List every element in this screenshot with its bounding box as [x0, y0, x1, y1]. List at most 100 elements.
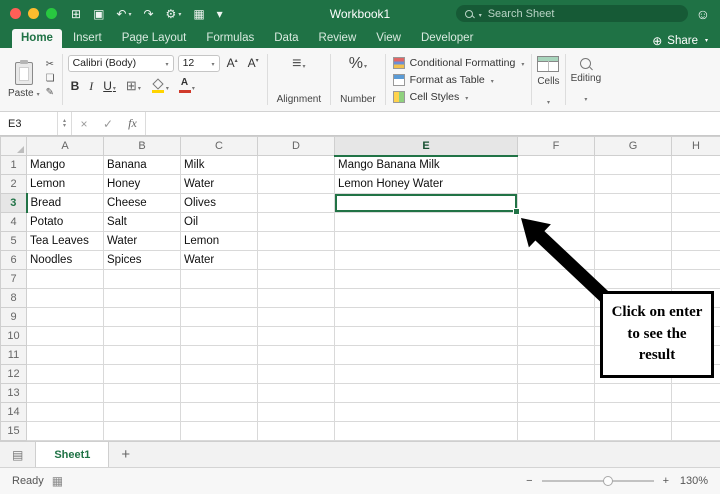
font-size-select[interactable]: 12 — [177, 54, 220, 72]
zoom-level[interactable]: 130% — [678, 475, 708, 487]
name-box-stepper[interactable]: ▴ ▾ — [58, 112, 72, 135]
cell-A8[interactable] — [26, 288, 104, 308]
cell-H15[interactable] — [671, 421, 720, 441]
cell-A2[interactable]: Lemon — [26, 174, 104, 194]
font-name-select[interactable]: Calibri (Body) — [67, 54, 174, 72]
cell-C7[interactable] — [180, 269, 258, 289]
cell-A11[interactable] — [26, 345, 104, 365]
cell-C4[interactable]: Oil — [180, 212, 258, 232]
row-header-6[interactable]: 6 — [0, 250, 27, 270]
column-header-C[interactable]: C — [180, 136, 258, 156]
app-grid-icon[interactable]: ⊞ — [71, 8, 81, 20]
cancel-entry-button[interactable]: × — [72, 112, 96, 135]
fill-color-button[interactable] — [148, 77, 172, 95]
cell-E15[interactable] — [334, 421, 518, 441]
cell-G14[interactable] — [594, 402, 672, 422]
cell-B13[interactable] — [103, 383, 181, 403]
find-icon[interactable] — [580, 58, 592, 69]
cell-B9[interactable] — [103, 307, 181, 327]
cut-icon[interactable]: ✂ — [46, 58, 55, 72]
row-header-1[interactable]: 1 — [0, 155, 27, 175]
cell-B8[interactable] — [103, 288, 181, 308]
borders-button[interactable]: ⊞ — [123, 77, 144, 95]
copy-icon[interactable]: ❏ — [46, 72, 55, 86]
undo-icon[interactable]: ↶ — [116, 8, 131, 20]
tab-data[interactable]: Data — [265, 29, 307, 48]
row-header-3[interactable]: 3 — [0, 193, 28, 213]
cell-F13[interactable] — [517, 383, 595, 403]
cell-B7[interactable] — [103, 269, 181, 289]
confirm-entry-button[interactable]: ✓ — [96, 112, 120, 135]
redo-icon[interactable]: ↷ — [143, 8, 153, 20]
cell-H4[interactable] — [671, 212, 720, 232]
tab-view[interactable]: View — [367, 29, 410, 48]
column-header-A[interactable]: A — [26, 136, 104, 156]
cell-D13[interactable] — [257, 383, 335, 403]
cell-E5[interactable] — [334, 231, 518, 251]
cell-F15[interactable] — [517, 421, 595, 441]
cell-E4[interactable] — [334, 212, 518, 232]
cell-E6[interactable] — [334, 250, 518, 270]
cell-E12[interactable] — [334, 364, 518, 384]
cell-D2[interactable] — [257, 174, 335, 194]
cell-C1[interactable]: Milk — [180, 155, 258, 175]
insert-function-button[interactable]: fx — [120, 112, 146, 135]
cell-A13[interactable] — [26, 383, 104, 403]
cell-D8[interactable] — [257, 288, 335, 308]
cell-H5[interactable] — [671, 231, 720, 251]
increase-font-size-button[interactable]: A — [224, 54, 241, 72]
cell-H13[interactable] — [671, 383, 720, 403]
cell-C13[interactable] — [180, 383, 258, 403]
cell-B3[interactable]: Cheese — [103, 193, 181, 213]
cell-D3[interactable] — [257, 193, 335, 213]
feedback-smiley-icon[interactable]: ☺ — [696, 6, 710, 22]
zoom-window-button[interactable] — [46, 8, 57, 19]
cell-G2[interactable] — [594, 174, 672, 194]
cell-C6[interactable]: Water — [180, 250, 258, 270]
decrease-font-size-button[interactable]: A — [245, 54, 262, 72]
cell-E2[interactable]: Lemon Honey Water — [334, 174, 518, 194]
cell-B11[interactable] — [103, 345, 181, 365]
row-header-2[interactable]: 2 — [0, 174, 27, 194]
row-header-4[interactable]: 4 — [0, 212, 27, 232]
row-header-8[interactable]: 8 — [0, 288, 27, 308]
cell-F2[interactable] — [517, 174, 595, 194]
cell-E8[interactable] — [334, 288, 518, 308]
minimize-window-button[interactable] — [28, 8, 39, 19]
cell-C12[interactable] — [180, 364, 258, 384]
column-header-D[interactable]: D — [257, 136, 335, 156]
format-as-table-button[interactable]: Format as Table — [392, 71, 494, 88]
underline-button[interactable]: U — [100, 77, 119, 95]
cell-B14[interactable] — [103, 402, 181, 422]
cell-B4[interactable]: Salt — [103, 212, 181, 232]
format-painter-icon[interactable]: ✎ — [46, 86, 55, 100]
tab-formulas[interactable]: Formulas — [197, 29, 263, 48]
cell-D7[interactable] — [257, 269, 335, 289]
settings-gear-icon[interactable]: ⚙ — [166, 8, 182, 20]
row-header-13[interactable]: 13 — [0, 383, 27, 403]
cell-E14[interactable] — [334, 402, 518, 422]
cell-A1[interactable]: Mango — [26, 155, 104, 175]
row-header-10[interactable]: 10 — [0, 326, 27, 346]
column-header-E[interactable]: E — [334, 136, 518, 157]
formula-input[interactable] — [146, 112, 720, 135]
tab-review[interactable]: Review — [310, 29, 366, 48]
paste-button[interactable]: Paste — [8, 60, 40, 99]
cell-C10[interactable] — [180, 326, 258, 346]
cells-icon[interactable] — [537, 56, 560, 72]
column-header-G[interactable]: G — [594, 136, 672, 156]
zoom-slider-knob[interactable] — [603, 476, 614, 486]
cell-A14[interactable] — [26, 402, 104, 422]
row-header-14[interactable]: 14 — [0, 402, 27, 422]
cell-G1[interactable] — [594, 155, 672, 175]
row-header-15[interactable]: 15 — [0, 421, 27, 441]
cell-A6[interactable]: Noodles — [26, 250, 104, 270]
column-header-B[interactable]: B — [103, 136, 181, 156]
cell-D1[interactable] — [257, 155, 335, 175]
cell-C8[interactable] — [180, 288, 258, 308]
cell-E10[interactable] — [334, 326, 518, 346]
cell-D10[interactable] — [257, 326, 335, 346]
cell-E13[interactable] — [334, 383, 518, 403]
cell-styles-button[interactable]: Cell Styles — [392, 89, 469, 106]
cell-F1[interactable] — [517, 155, 595, 175]
